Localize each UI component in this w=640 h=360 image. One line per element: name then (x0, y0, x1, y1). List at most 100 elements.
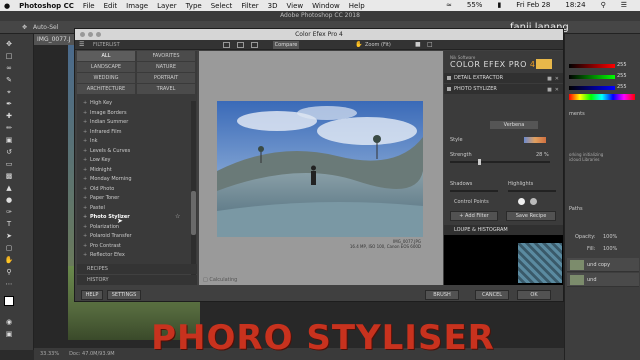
background-light-icon[interactable]: □ (427, 41, 433, 48)
wifi-icon[interactable]: ≈ (446, 1, 452, 9)
menu-layer[interactable]: Layer (157, 2, 177, 10)
more-tools-icon[interactable]: ⋯ (4, 280, 14, 289)
path-select-icon[interactable]: ➤ (4, 232, 14, 241)
strength-value[interactable]: 28 % (536, 152, 549, 158)
auto-select-checkbox[interactable]: Auto-Sel (33, 24, 58, 31)
color-ramp[interactable] (569, 94, 635, 100)
preview-photo[interactable] (217, 101, 423, 237)
filter-item[interactable]: Polaroid Transfer (81, 232, 185, 241)
delete-icon[interactable]: ✕ (555, 85, 559, 95)
filter-item-photo-stylizer[interactable]: Photo Stylizer (81, 213, 185, 222)
settings-button[interactable]: SETTINGS (107, 290, 141, 300)
screen-mode-icon[interactable]: ▣ (4, 330, 14, 339)
zoom-window-icon[interactable] (96, 32, 101, 37)
paths-tab[interactable]: Paths (569, 206, 583, 212)
menu-filter[interactable]: Filter (241, 2, 258, 10)
menu-help[interactable]: Help (349, 2, 365, 10)
style-swatch[interactable] (524, 137, 546, 143)
add-filter-button[interactable]: + Add Filter (450, 211, 498, 221)
filter-item[interactable]: Paper Toner (81, 194, 185, 203)
side-by-side-view-icon[interactable] (251, 42, 258, 48)
delete-icon[interactable]: ✕ (555, 74, 559, 84)
strength-slider-knob[interactable] (478, 159, 481, 165)
background-color-icon[interactable]: ■ (415, 41, 421, 48)
quick-mask-icon[interactable]: ◉ (4, 318, 14, 327)
app-menu[interactable]: Photoshop CC (19, 2, 74, 10)
menu-select[interactable]: Select (211, 2, 233, 10)
foreground-color-swatch[interactable] (4, 296, 14, 306)
green-slider[interactable] (569, 75, 615, 79)
date-text[interactable]: Fri Feb 28 (516, 1, 550, 9)
shape-tool-icon[interactable]: ▢ (4, 244, 14, 253)
gradient-tool-icon[interactable]: ▩ (4, 172, 14, 181)
brush-button[interactable]: BRUSH (425, 290, 459, 300)
filter-item[interactable]: Reflector Efex (81, 251, 185, 260)
red-slider[interactable] (569, 64, 615, 68)
opacity-value[interactable]: 100% (603, 234, 617, 240)
clone-stamp-icon[interactable]: ▣ (4, 136, 14, 145)
strength-slider[interactable] (450, 159, 550, 165)
ok-button[interactable]: OK (517, 290, 551, 300)
filter-list-scrollbar[interactable] (191, 101, 196, 281)
search-icon[interactable]: ⚲ (601, 1, 606, 9)
doc-size[interactable]: Doc: 47.0M/93.9M (69, 351, 115, 357)
adjustments-tab[interactable]: ments (569, 111, 585, 117)
marquee-tool-icon[interactable]: □ (4, 52, 14, 61)
brush-tool-icon[interactable]: ✏ (4, 124, 14, 133)
eyedropper-icon[interactable]: ✒ (4, 100, 14, 109)
recipes-section[interactable]: RECIPES (77, 264, 197, 274)
save-recipe-button[interactable]: Save Recipe (506, 211, 556, 221)
category-portrait[interactable]: PORTRAIT (137, 73, 195, 83)
blur-tool-icon[interactable]: ▲ (4, 184, 14, 193)
category-favorites[interactable]: FAVORITES (137, 51, 195, 61)
hand-tool-icon[interactable]: ✋ (4, 256, 14, 265)
detail-extractor-checkbox[interactable] (447, 76, 451, 80)
move-tool-icon[interactable]: ✥ (22, 24, 27, 31)
single-view-icon[interactable] (223, 42, 230, 48)
history-section[interactable]: HISTORY (77, 275, 197, 285)
category-architecture[interactable]: ARCHITECTURE (77, 84, 135, 94)
move-tool-icon[interactable]: ✥ (4, 40, 14, 49)
close-window-icon[interactable] (80, 32, 85, 37)
blue-slider-row[interactable]: 255 (569, 84, 635, 91)
filter-item[interactable]: Polarization (81, 223, 185, 232)
layer-row[interactable]: und copy (567, 258, 639, 272)
menu-list-icon[interactable]: ☰ (621, 1, 627, 9)
battery-level[interactable]: 55% (467, 1, 483, 9)
menu-file[interactable]: File (83, 2, 95, 10)
zoom-tool-icon[interactable]: ⚲ (4, 268, 14, 277)
filter-item[interactable]: Ink (81, 137, 185, 146)
type-tool-icon[interactable]: T (4, 220, 14, 229)
dodge-tool-icon[interactable]: ● (4, 196, 14, 205)
fill-value[interactable]: 100% (603, 246, 617, 252)
document-tab[interactable]: IMG_0077.J (34, 34, 79, 45)
menu-3d[interactable]: 3D (268, 2, 278, 10)
menu-view[interactable]: View (287, 2, 304, 10)
lasso-tool-icon[interactable]: ∞ (4, 64, 14, 73)
filter-item[interactable]: Monday Morning (81, 175, 185, 184)
compare-button[interactable]: Compare (273, 41, 299, 49)
photo-stylizer-section[interactable]: PHOTO STYLIZER ■ ✕ (444, 84, 563, 94)
highlights-slider[interactable] (508, 190, 556, 192)
remove-control-point-icon[interactable] (530, 198, 537, 205)
minimize-window-icon[interactable] (88, 32, 93, 37)
filter-item[interactable]: Midnight (81, 166, 185, 175)
scrollbar-thumb[interactable] (191, 191, 196, 235)
green-value[interactable]: 255 (617, 73, 627, 79)
filter-item[interactable]: Old Photo (81, 185, 185, 194)
category-travel[interactable]: TRAVEL (137, 84, 195, 94)
preset-dropdown[interactable]: Verbena (490, 121, 538, 129)
blue-value[interactable]: 255 (617, 84, 627, 90)
filterlist-toggle-icon[interactable]: ☰ (79, 41, 84, 48)
hand-icon[interactable]: ✋ (355, 41, 362, 48)
red-slider-row[interactable]: 255 (569, 62, 635, 69)
red-value[interactable]: 255 (617, 62, 627, 68)
green-slider-row[interactable]: 255 (569, 73, 635, 80)
filter-item[interactable]: Indian Summer (81, 118, 185, 127)
zoom-level[interactable]: 33.33% (40, 351, 59, 357)
zoom-dropdown[interactable]: Zoom (Fit) (365, 42, 391, 48)
category-landscape[interactable]: LANDSCAPE (77, 62, 135, 72)
add-control-point-icon[interactable] (518, 198, 525, 205)
duplicate-icon[interactable]: ■ (547, 85, 552, 95)
cancel-button[interactable]: CANCEL (475, 290, 509, 300)
